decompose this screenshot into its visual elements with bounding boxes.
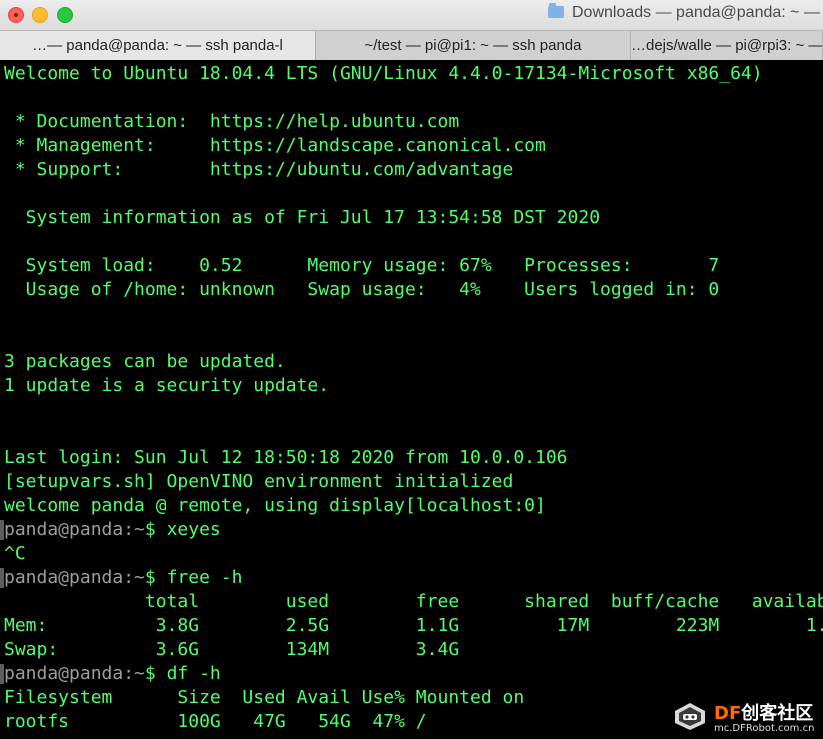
management-line: * Management: https://landscape.canonica…	[4, 135, 546, 156]
prompt-path: ~	[134, 567, 145, 588]
prompt-path: ~	[134, 663, 145, 684]
support-line: * Support: https://ubuntu.com/advantage	[4, 159, 514, 180]
prompt-symbol: $	[144, 519, 167, 540]
tab-ssh-pi1[interactable]: ~/test — pi@pi1: ~ — ssh panda	[316, 31, 631, 60]
tab-bar: …— panda@panda: ~ — ssh panda-l ~/test —…	[0, 30, 823, 60]
prompt-user-host: panda@panda:	[4, 519, 135, 540]
setupvars-line: [setupvars.sh] OpenVINO environment init…	[4, 471, 514, 492]
window-title-text: Downloads — panda@panda: ~ —	[572, 4, 820, 21]
df-header-line: Filesystem Size Used Avail Use% Mounted …	[4, 687, 525, 708]
usage-line: Usage of /home: unknown Swap usage: 4% U…	[4, 279, 720, 300]
command-text: df -h	[166, 663, 221, 684]
last-login-line: Last login: Sun Jul 12 18:50:18 2020 fro…	[4, 447, 568, 468]
documentation-line: * Documentation: https://help.ubuntu.com	[4, 111, 460, 132]
dfrobot-logo-icon	[675, 703, 705, 730]
system-info-line: System information as of Fri Jul 17 13:5…	[4, 207, 601, 228]
packages-line: 3 packages can be updated.	[4, 351, 286, 372]
watermark-brand-prefix: DF	[714, 703, 742, 724]
system-load-line: System load: 0.52 Memory usage: 67% Proc…	[4, 255, 720, 276]
minimize-window-button[interactable]	[32, 7, 48, 23]
terminal-window: Downloads — panda@panda: ~ — …— panda@pa…	[0, 0, 823, 739]
title-bar[interactable]: Downloads — panda@panda: ~ —	[0, 0, 823, 30]
prompt-line: panda@panda:~$ df -h	[4, 662, 221, 686]
df-row-line: rootfs 100G 47G 54G 47% /	[4, 711, 427, 732]
command-text: xeyes	[166, 519, 221, 540]
free-header-line: total used free shared buff/cache availa…	[4, 591, 823, 612]
watermark-url: mc.DFRobot.com.cn	[714, 723, 815, 734]
prompt-symbol: $	[144, 663, 167, 684]
free-mem-line: Mem: 3.8G 2.5G 1.1G 17M 223M 1.2G	[4, 615, 823, 636]
dfrobot-watermark: DF创客社区 mc.DFRobot.com.cn	[672, 693, 823, 739]
prompt-path: ~	[134, 519, 145, 540]
close-window-button[interactable]	[8, 7, 24, 23]
terminal-output[interactable]: Welcome to Ubuntu 18.04.4 LTS (GNU/Linux…	[0, 60, 823, 739]
tab-ssh-panda-local[interactable]: …— panda@panda: ~ — ssh panda-l	[0, 31, 316, 60]
prompt-user-host: panda@panda:	[4, 663, 135, 684]
free-swap-line: Swap: 3.6G 134M 3.4G	[4, 639, 460, 660]
security-update-line: 1 update is a security update.	[4, 375, 330, 396]
watermark-brand: DF创客社区	[714, 699, 813, 725]
zoom-window-button[interactable]	[57, 7, 73, 23]
prompt-user-host: panda@panda:	[4, 567, 135, 588]
window-title: Downloads — panda@panda: ~ —	[548, 3, 820, 22]
tab-ssh-rpi3[interactable]: …dejs/walle — pi@rpi3: ~ —	[631, 31, 823, 60]
watermark-brand-suffix: 创客社区	[741, 703, 814, 724]
command-text: free -h	[166, 567, 243, 588]
prompt-symbol: $	[144, 567, 167, 588]
ctrl-c-line: ^C	[4, 543, 26, 564]
folder-icon	[548, 3, 564, 18]
welcome-line: Welcome to Ubuntu 18.04.4 LTS (GNU/Linux…	[4, 63, 763, 84]
welcome-remote-line: welcome panda @ remote, using display[lo…	[4, 495, 546, 516]
prompt-line: panda@panda:~$ xeyes	[4, 518, 221, 542]
prompt-line: panda@panda:~$ free -h	[4, 566, 242, 590]
